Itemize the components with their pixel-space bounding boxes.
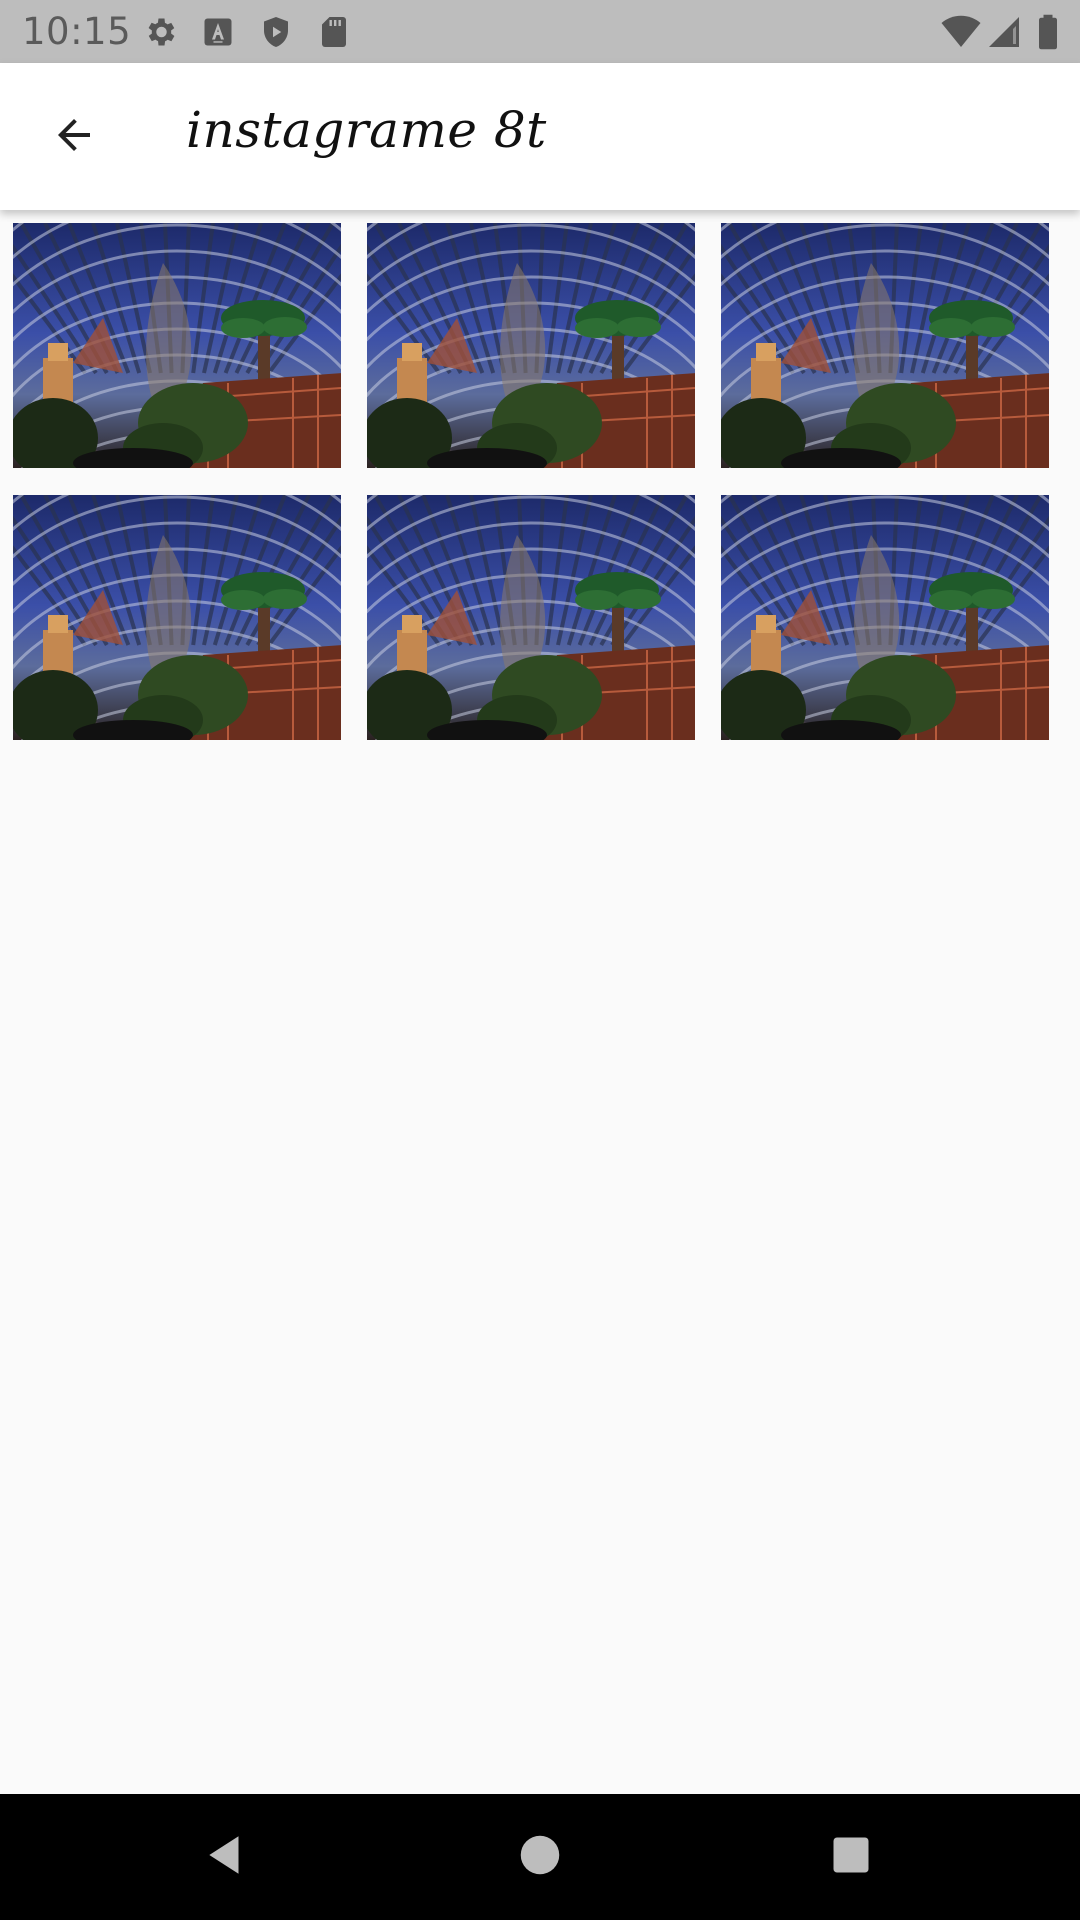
dome-interior-photo — [721, 223, 1049, 468]
signal-icon — [986, 14, 1022, 50]
nav-back-button[interactable] — [193, 1824, 259, 1890]
photo-grid — [13, 223, 1050, 740]
sd-card-icon — [316, 14, 352, 50]
dome-interior-photo — [13, 223, 341, 468]
back-triangle-icon — [201, 1830, 251, 1884]
dome-interior-photo — [13, 495, 341, 740]
arrow-back-icon — [50, 111, 98, 163]
gear-icon — [142, 14, 178, 50]
photo-thumbnail[interactable] — [721, 495, 1049, 740]
nav-home-button[interactable] — [507, 1824, 573, 1890]
status-bar: 10:15 — [0, 0, 1080, 63]
wifi-icon — [940, 14, 982, 50]
dome-interior-photo — [367, 495, 695, 740]
shield-icon — [258, 14, 294, 50]
system-nav-bar — [0, 1794, 1080, 1920]
photo-thumbnail[interactable] — [367, 495, 695, 740]
photo-thumbnail[interactable] — [13, 495, 341, 740]
back-button[interactable] — [36, 99, 112, 175]
font-icon — [200, 14, 236, 50]
nav-recents-button[interactable] — [818, 1824, 884, 1890]
dome-interior-photo — [721, 495, 1049, 740]
dome-interior-photo — [367, 223, 695, 468]
photo-thumbnail[interactable] — [367, 223, 695, 468]
page-title: instagrame 8t — [186, 101, 547, 159]
recents-square-icon — [830, 1834, 872, 1880]
photo-thumbnail[interactable] — [721, 223, 1049, 468]
photo-thumbnail[interactable] — [13, 223, 341, 468]
app-bar: instagrame 8t — [0, 63, 1080, 210]
home-circle-icon — [519, 1834, 561, 1880]
status-time: 10:15 — [22, 10, 132, 53]
battery-icon — [1036, 14, 1060, 50]
